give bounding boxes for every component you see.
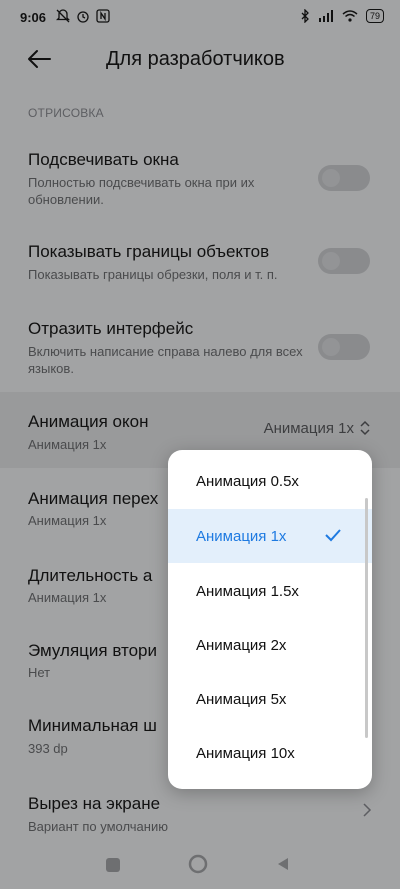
- alarm-icon: [77, 11, 89, 23]
- setting-title-window-animation[interactable]: Анимация окон: [28, 412, 148, 432]
- recent-apps-button[interactable]: [106, 858, 120, 872]
- setting-subtitle: Нет: [28, 665, 51, 680]
- battery-level: 79: [365, 9, 384, 23]
- chevron-right-icon[interactable]: [362, 802, 372, 818]
- page-title: Для разработчиков: [106, 48, 285, 70]
- option-5x[interactable]: Анимация 5x: [168, 672, 372, 726]
- setting-subtitle: Включить написание справа налево для все…: [28, 344, 303, 376]
- option-label: Анимация 0.5x: [196, 472, 299, 490]
- setting-subtitle: Анимация 1x: [28, 590, 107, 605]
- wifi-icon: [342, 10, 358, 22]
- setting-subtitle: Анимация 1x: [28, 513, 107, 528]
- setting-subtitle: Полностью подсвечивать окна при их обнов…: [28, 175, 255, 207]
- option-0-5x[interactable]: Анимация 0.5x: [168, 454, 372, 508]
- window-animation-value[interactable]: Анимация 1x: [264, 420, 354, 437]
- setting-title-show-bounds[interactable]: Показывать границы объектов: [28, 242, 269, 262]
- option-10x[interactable]: Анимация 10x: [168, 726, 372, 780]
- option-label: Анимация 2x: [196, 636, 287, 654]
- setting-title-highlight-windows[interactable]: Подсвечивать окна: [28, 150, 179, 170]
- bluetooth-icon: [301, 9, 309, 23]
- option-1-5x[interactable]: Анимация 1.5x: [168, 564, 372, 618]
- setting-title-rtl[interactable]: Отразить интерфейс: [28, 319, 193, 339]
- setting-title-secondary-display[interactable]: Эмуляция втори: [28, 641, 157, 661]
- setting-title-min-width[interactable]: Минимальная ш: [28, 716, 157, 736]
- setting-title-transition-animation[interactable]: Анимация перех: [28, 489, 158, 509]
- option-1x[interactable]: Анимация 1x: [168, 509, 372, 563]
- option-label: Анимация 10x: [196, 744, 295, 762]
- section-label: ОТРИСОВКА: [28, 106, 104, 120]
- option-label: Анимация 1x: [196, 527, 287, 545]
- option-label: Анимация 5x: [196, 690, 287, 708]
- status-right-icons: 79: [300, 9, 384, 23]
- toggle-highlight-windows[interactable]: [318, 165, 370, 191]
- setting-subtitle: 393 dp: [28, 741, 68, 756]
- nav-back-button[interactable]: [275, 856, 291, 872]
- toggle-rtl[interactable]: [318, 334, 370, 360]
- status-left-icons: [56, 9, 110, 23]
- nfc-icon: [96, 9, 110, 23]
- chevron-up-down-icon[interactable]: [358, 418, 372, 438]
- check-icon: [325, 529, 341, 542]
- status-time: 9:06: [20, 10, 47, 25]
- option-2x[interactable]: Анимация 2x: [168, 618, 372, 672]
- setting-title-animator-duration[interactable]: Длительность а: [28, 566, 152, 586]
- option-label: Анимация 1.5x: [196, 582, 299, 600]
- toggle-show-bounds[interactable]: [318, 248, 370, 274]
- signal-icon: [318, 10, 333, 22]
- setting-title-display-cutout[interactable]: Вырез на экране: [28, 794, 160, 814]
- setting-subtitle: Анимация 1x: [28, 437, 107, 452]
- setting-subtitle: Показывать границы обрезки, поля и т. п.: [28, 267, 278, 282]
- silent-icon: [56, 9, 70, 23]
- home-button[interactable]: [188, 854, 208, 874]
- back-arrow-icon[interactable]: [24, 46, 54, 72]
- popup-scrollbar[interactable]: [365, 498, 368, 738]
- setting-subtitle: Вариант по умолчанию: [28, 819, 168, 834]
- animation-scale-popup: Анимация 0.5x Анимация 1x Анимация 1.5x …: [168, 450, 372, 789]
